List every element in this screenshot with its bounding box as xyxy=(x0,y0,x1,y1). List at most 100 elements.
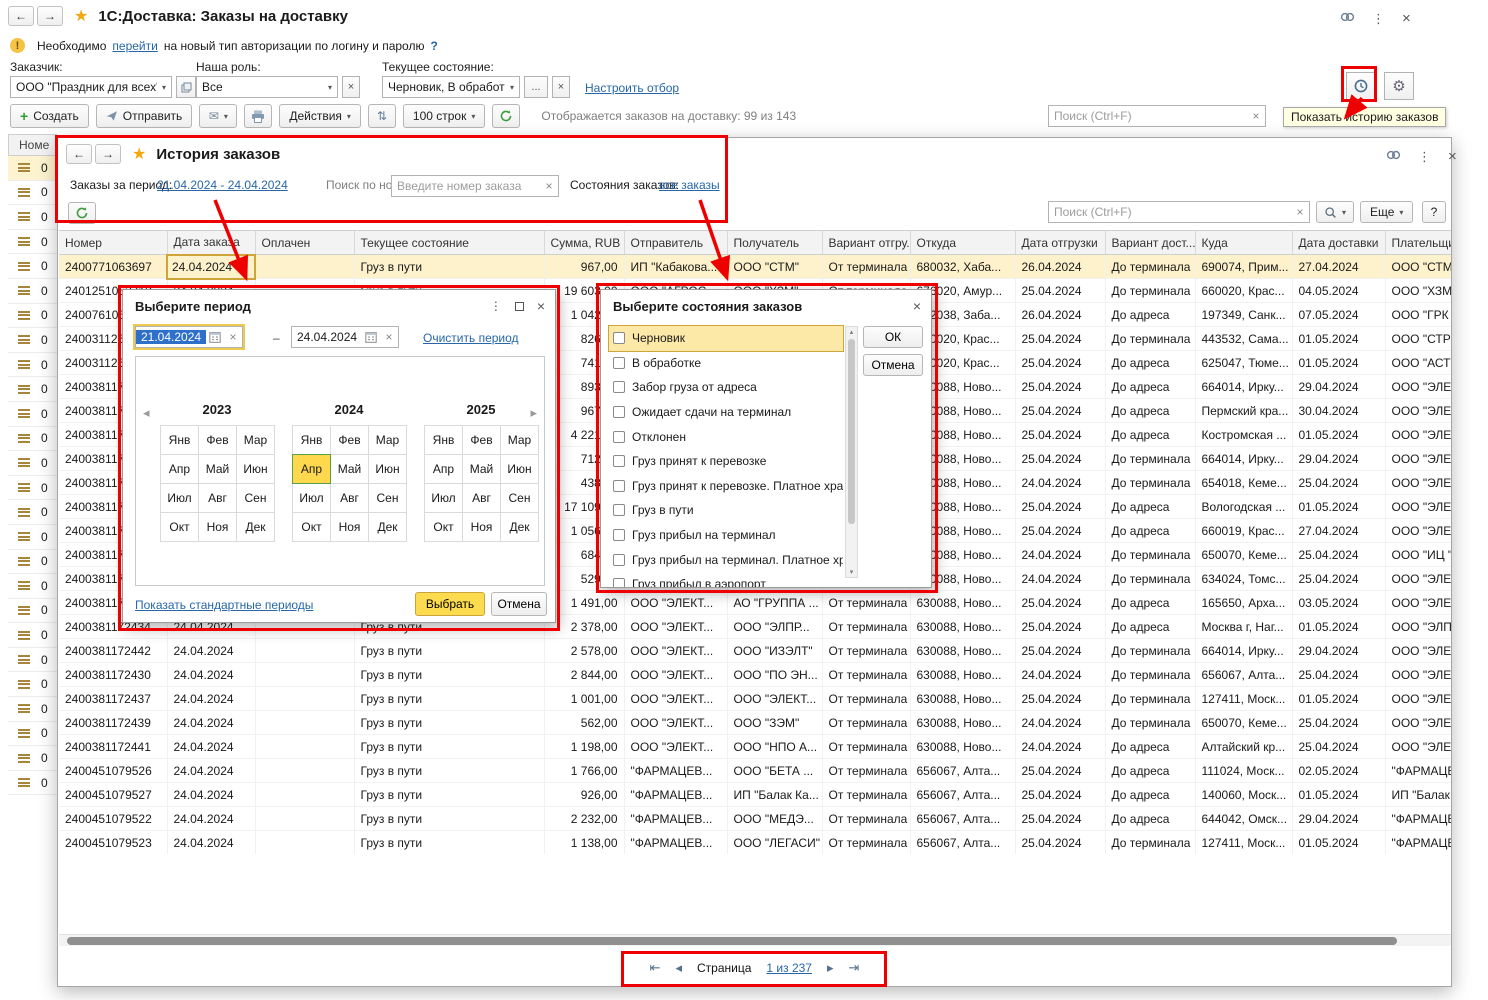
date-to-field[interactable]: 24.04.2024 × xyxy=(291,326,399,348)
column-header[interactable]: Дата доставки xyxy=(1292,231,1385,255)
email-button[interactable]: ✉ ▾ xyxy=(199,104,237,128)
table-row[interactable]: 240045107952324.04.2024Груз в пути1 138,… xyxy=(59,831,1451,855)
calendar-month[interactable]: Май xyxy=(330,454,369,484)
calendar-month[interactable]: Июн xyxy=(236,454,275,484)
table-row[interactable]: 240038117244124.04.2024Груз в пути1 198,… xyxy=(59,735,1451,759)
favorite-star-icon[interactable]: ★ xyxy=(74,6,88,26)
list-item[interactable]: 0 xyxy=(8,279,57,304)
state-option[interactable]: Груз принят к перевозке. Платное хра... xyxy=(609,474,843,499)
calendar-month[interactable]: Ноя xyxy=(330,512,369,542)
states-link[interactable]: все заказы xyxy=(659,178,720,192)
column-header[interactable]: Откуда xyxy=(910,231,1015,255)
more-menu-icon[interactable]: ⋮ xyxy=(490,299,502,313)
role-combobox[interactable]: Все ▾ xyxy=(196,76,338,98)
calendar-month[interactable]: Фев xyxy=(198,425,237,455)
table-row[interactable]: 240077106369724.04.2024Груз в пути967,00… xyxy=(59,255,1451,279)
calendar-month[interactable]: Июл xyxy=(292,483,331,513)
print-button[interactable] xyxy=(244,104,272,128)
next-page-icon[interactable]: ▸ xyxy=(827,960,834,976)
state-option[interactable]: Груз прибыл в аэропорт xyxy=(609,572,843,588)
list-item[interactable]: 0 xyxy=(8,648,57,673)
close-icon[interactable]: × xyxy=(537,298,545,314)
list-item[interactable]: 0 xyxy=(8,181,57,206)
calendar-month[interactable]: Сен xyxy=(368,483,407,513)
ok-button[interactable]: ОК xyxy=(863,326,923,348)
list-item[interactable]: 0 xyxy=(8,230,57,255)
refresh-button[interactable] xyxy=(492,104,520,128)
calendar-month[interactable]: Мар xyxy=(500,425,539,455)
clear-icon[interactable]: × xyxy=(540,179,558,193)
list-item[interactable]: 0 xyxy=(8,746,57,771)
checkbox[interactable] xyxy=(613,431,625,443)
cancel-button[interactable]: Отмена xyxy=(491,592,547,616)
table-row[interactable]: 240038117243724.04.2024Груз в пути1 001,… xyxy=(59,687,1451,711)
calendar-month[interactable]: Апр xyxy=(292,454,331,484)
table-row[interactable]: 240045107952624.04.2024Груз в пути1 766,… xyxy=(59,759,1451,783)
cancel-button[interactable]: Отмена xyxy=(863,354,923,376)
checkbox[interactable] xyxy=(613,480,625,492)
calendar-icon[interactable] xyxy=(362,331,380,343)
table-row[interactable]: 240038117244224.04.2024Груз в пути2 578,… xyxy=(59,639,1451,663)
state-option[interactable]: Груз прибыл на терминал xyxy=(609,523,843,548)
forward-button[interactable]: → xyxy=(37,6,63,26)
checkbox[interactable] xyxy=(613,529,625,541)
list-item[interactable]: 0 xyxy=(8,550,57,575)
column-header[interactable]: Куда xyxy=(1195,231,1292,255)
get-link-icon[interactable] xyxy=(1340,11,1355,26)
chevron-down-icon[interactable]: ▾ xyxy=(505,83,519,92)
calendar-month[interactable]: Окт xyxy=(424,512,463,542)
list-item[interactable]: 0 xyxy=(8,672,57,697)
checkbox[interactable] xyxy=(613,406,625,418)
actions-button[interactable]: Действия ▾ xyxy=(279,104,361,128)
calendar-month[interactable]: Май xyxy=(198,454,237,484)
list-item[interactable]: 0 xyxy=(8,623,57,648)
back-button[interactable]: ← xyxy=(66,144,92,164)
calendar-month[interactable]: Июл xyxy=(160,483,199,513)
list-item[interactable]: 0 xyxy=(8,697,57,722)
send-button[interactable]: Отправить xyxy=(96,104,193,128)
scrollbar-thumb[interactable] xyxy=(848,339,855,524)
calendar-month[interactable]: Мар xyxy=(236,425,275,455)
calendar-month[interactable]: Авг xyxy=(462,483,501,513)
table-row[interactable]: 240038117243024.04.2024Груз в пути2 844,… xyxy=(59,663,1451,687)
back-button[interactable]: ← xyxy=(8,6,34,26)
state-option[interactable]: Груз прибыл на терминал. Платное хр... xyxy=(609,547,843,572)
list-item[interactable]: 0 xyxy=(8,451,57,476)
role-clear-button[interactable]: × xyxy=(342,76,360,98)
refresh-history-button[interactable] xyxy=(68,202,96,224)
more-menu-icon[interactable]: ⋮ xyxy=(1418,149,1431,165)
state-clear-button[interactable]: × xyxy=(552,76,570,98)
calendar-month[interactable]: Апр xyxy=(160,454,199,484)
list-item[interactable]: 0 xyxy=(8,771,57,796)
calendar-month[interactable]: Ноя xyxy=(462,512,501,542)
search-input[interactable] xyxy=(1049,109,1247,123)
help-button[interactable]: ? xyxy=(1422,201,1446,223)
column-header[interactable]: Текущее состояние xyxy=(354,231,544,255)
checkbox[interactable] xyxy=(613,357,625,369)
state-option[interactable]: Забор груза от адреса xyxy=(609,375,843,400)
horizontal-scrollbar[interactable] xyxy=(59,934,1451,946)
column-header[interactable]: Сумма, RUB xyxy=(544,231,624,255)
close-icon[interactable]: × xyxy=(1448,148,1457,165)
calendar-month[interactable]: Дек xyxy=(368,512,407,542)
checkbox[interactable] xyxy=(613,504,625,516)
state-option[interactable]: Груз в пути xyxy=(609,498,843,523)
calendar-month[interactable]: Авг xyxy=(198,483,237,513)
list-item[interactable]: 0 xyxy=(8,525,57,550)
get-link-icon[interactable] xyxy=(1386,149,1401,164)
page-value-link[interactable]: 1 из 237 xyxy=(766,961,812,975)
settings-button[interactable]: ⚙ xyxy=(1384,72,1414,100)
maximize-icon[interactable] xyxy=(515,302,524,311)
list-item[interactable]: 0 xyxy=(8,254,57,279)
list-item[interactable]: 0 xyxy=(8,599,57,624)
list-item[interactable]: 0 xyxy=(8,328,57,353)
configure-filter-link[interactable]: Настроить отбор xyxy=(585,81,679,95)
calendar-prev-icon[interactable]: ◂ xyxy=(143,405,150,421)
table-row[interactable]: 240045107952724.04.2024Груз в пути926,00… xyxy=(59,783,1451,807)
clear-icon[interactable]: × xyxy=(224,330,242,344)
calendar-month[interactable]: Окт xyxy=(160,512,199,542)
calendar-month[interactable]: Янв xyxy=(160,425,199,455)
notice-help-link[interactable]: ? xyxy=(430,39,437,53)
order-number-input[interactable] xyxy=(392,179,540,193)
calendar-month[interactable]: Сен xyxy=(236,483,275,513)
